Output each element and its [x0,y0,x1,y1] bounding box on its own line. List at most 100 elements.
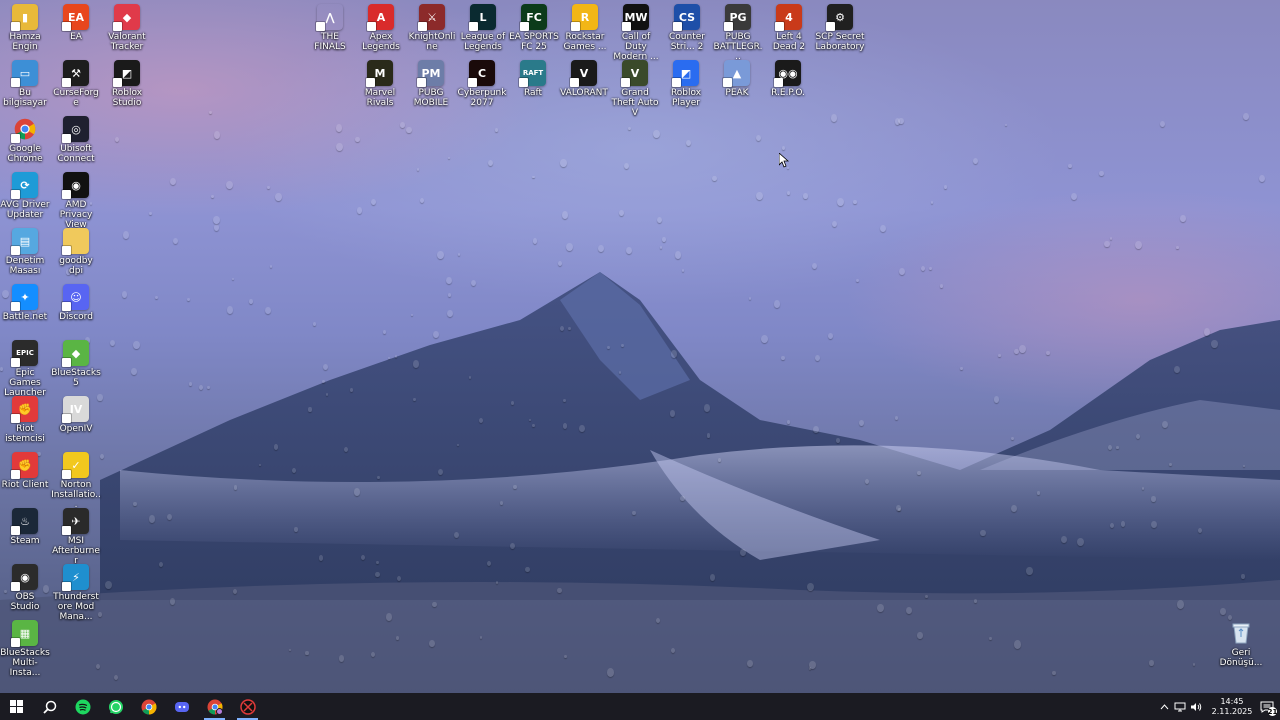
clock-date: 2.11.2025 [1211,706,1253,716]
desktop-icon-folder[interactable]: goodby dpi [51,228,101,276]
folder-icon [62,228,89,255]
search-icon [42,700,56,714]
desktop-icon-gta5[interactable]: V Grand Theft Auto V [610,60,660,118]
user-folder-icon: ▮ [11,4,38,31]
desktop-icon-pubg-mobile[interactable]: PM PUBG MOBILE [406,60,456,108]
desktop-icon-ubisoft[interactable]: ◎ Ubisoft Connect [51,116,101,164]
desktop-icon-bluestacks[interactable]: ◆ BlueStacks 5 [51,340,101,388]
desktop-icon-ea-fc[interactable]: FC EA SPORTS FC 25 [509,4,559,52]
desktop-icon-peak[interactable]: ▲ PEAK [712,60,762,98]
chrome-profile-taskbar[interactable] [198,693,231,720]
desktop-icon-amd-privacy[interactable]: ◉ AMD Privacy View [51,172,101,230]
desktop-icon-msi-afterburner[interactable]: ✈ MSI Afterburner [51,508,101,566]
recorder-taskbar[interactable] [231,693,264,720]
chrome-icon [141,699,157,715]
desktop-icon-epic-games[interactable]: EPIC Epic Games Launcher [0,340,50,398]
desktop-icon-control-panel[interactable]: ▤ Denetim Masası [0,228,50,276]
desktop-icon-chrome[interactable]: Google Chrome [0,116,50,164]
pubg-icon: PG [724,4,751,31]
desktop-icon-label: MSI Afterburner [52,536,100,566]
ea-icon: EA [62,4,89,31]
volume-icon[interactable] [1188,702,1204,712]
battlenet-icon: ✦ [11,284,38,311]
clock-time: 14:45 [1220,696,1244,706]
desktop-icon-marvel-rivals[interactable]: M Marvel Rivals [355,60,405,108]
desktop-icon-curseforge[interactable]: ⚒ CurseForge [51,60,101,108]
desktop-icon-knight-online[interactable]: ⚔ KnightOnline [407,4,457,52]
desktop-icon-riot-client-2[interactable]: ✊ Riot Client [0,452,50,490]
desktop-icon-cs2[interactable]: CS Counter Stri... 2 [662,4,712,52]
discord-taskbar[interactable] [165,693,198,720]
desktop-icon-user-folder[interactable]: ▮ Hamza Engin [0,4,50,52]
rockstar-icon: R [571,4,598,31]
desktop-icon-label: Marvel Rivals [364,88,396,108]
desktop-icon-valorant[interactable]: V VALORANT [559,60,609,98]
desktop-icon-roblox-studio[interactable]: ◩ Roblox Studio [102,60,152,108]
whatsapp-taskbar[interactable] [99,693,132,720]
bluestacks-multi-icon: ▦ [11,620,38,647]
openiv-icon: IV [62,396,89,423]
desktop-icon-label: League of Legends [460,32,506,52]
desktop-icon-label: Raft [523,88,543,98]
obs-icon: ◉ [11,564,38,591]
desktop-icon-label: KnightOnline [408,32,456,52]
desktop-icon-repo[interactable]: ◉◉ R.E.P.O. [763,60,813,98]
scp-icon: ⚙ [826,4,853,31]
recycle-bin[interactable]: Geri Dönüşü... [1216,620,1266,668]
start-button[interactable] [0,693,33,720]
desktop-icon-the-finals[interactable]: ⋀ THE FINALS [305,4,355,53]
search-button[interactable] [33,693,66,720]
desktop-icon-label: Epic Games Launcher [4,368,46,398]
desktop-icon-bluestacks-multi[interactable]: ▦ BlueStacks Multi-Insta... [0,620,50,678]
desktop-icon-label: VALORANT [560,88,608,98]
ea-fc-icon: FC [520,4,547,31]
desktop-icon-label: Roblox Studio [111,88,143,108]
desktop[interactable]: ▮ Hamza Engin EA EA ◆ Valorant Tracker ▭ Bu bil… [0,0,1280,693]
desktop-icon-thunderstore[interactable]: ⚡ Thunderstore Mod Mana... [51,564,101,622]
desktop-icon-valorant-tracker[interactable]: ◆ Valorant Tracker [102,4,152,52]
desktop-icon-label: Battle.net [2,312,48,322]
desktop-icon-label: Denetim Masası [5,256,45,276]
desktop-icon-raft[interactable]: RAFT Raft [508,60,558,98]
desktop-icon-roblox-player[interactable]: ◩ Roblox Player [661,60,711,108]
desktop-icon-ea[interactable]: EA EA [51,4,101,42]
taskbar: 14:45 2.11.2025 21 [0,693,1280,720]
windows-icon [10,700,23,713]
desktop-icon-openiv[interactable]: IV OpenIV [51,396,101,434]
avg-driver-icon: ⟳ [11,172,38,199]
desktop-icon-riot-client[interactable]: ✊ Riot istemcisi [0,396,50,444]
desktop-icon-norton[interactable]: ✓ Norton Installatio... [51,452,101,510]
desktop-icon-this-pc[interactable]: ▭ Bu bilgisayar [0,60,50,108]
thunderstore-icon: ⚡ [62,564,89,591]
tray-overflow-chevron-icon[interactable] [1156,703,1172,710]
chrome-profile-icon [207,699,223,715]
desktop-icon-pubg[interactable]: PG PUBG BATTLEGR... [713,4,763,62]
desktop-icon-apex[interactable]: A Apex Legends [356,4,406,52]
desktop-icon-steam[interactable]: ♨ Steam [0,508,50,546]
chrome-icon [11,116,38,143]
desktop-icon-label: Thunderstore Mod Mana... [53,592,99,622]
desktop-icon-discord[interactable]: ☺ Discord [51,284,101,322]
notification-center-button[interactable]: 21 [1254,693,1280,720]
desktop-icon-obs[interactable]: ◉ OBS Studio [0,564,50,612]
clock[interactable]: 14:45 2.11.2025 [1210,697,1254,717]
epic-games-icon: EPIC [11,340,38,367]
desktop-icon-label: PUBG MOBILE [413,88,449,108]
desktop-icon-label: Counter Stri... 2 [669,32,705,52]
desktop-icon-label: AVG Driver Updater [0,200,50,220]
chrome-taskbar[interactable] [132,693,165,720]
recycle-bin-icon [1228,620,1254,646]
network-icon[interactable] [1172,702,1188,712]
desktop-icon-rockstar[interactable]: R Rockstar Games ... [560,4,610,52]
desktop-icon-label: AMD Privacy View [59,200,93,230]
cyberpunk-icon: C [468,60,495,87]
desktop-icon-cod[interactable]: MW Call of Duty Modern ... [611,4,661,62]
desktop-icon-battlenet[interactable]: ✦ Battle.net [0,284,50,322]
desktop-icon-l4d2[interactable]: 4 Left 4 Dead 2 [764,4,814,52]
spotify-taskbar[interactable] [66,693,99,720]
desktop-icon-league[interactable]: L League of Legends [458,4,508,52]
desktop-icon-scp[interactable]: ⚙ SCP Secret Laboratory [815,4,865,52]
desktop-icon-label: CurseForge [53,88,99,108]
desktop-icon-avg-driver[interactable]: ⟳ AVG Driver Updater [0,172,50,220]
desktop-icon-cyberpunk[interactable]: C Cyberpunk 2077 [457,60,507,108]
